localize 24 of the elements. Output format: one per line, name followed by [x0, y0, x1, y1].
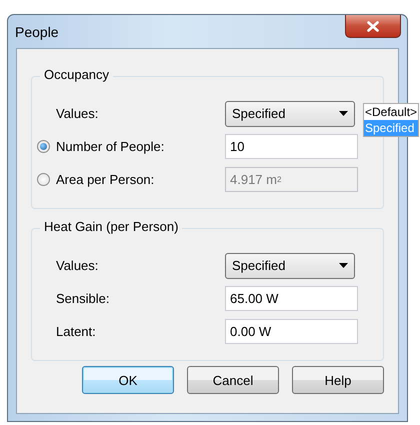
values-dropdown[interactable]: Specified	[225, 252, 355, 278]
dialog-button[interactable]: Help	[292, 366, 384, 394]
dropdown-value: Specified	[232, 258, 286, 273]
close-button[interactable]	[345, 15, 401, 38]
dropdown-arrow-icon	[339, 263, 348, 268]
field-label: Values:	[56, 258, 100, 273]
field-label: Values:	[56, 106, 100, 121]
group-title: Occupancy	[40, 67, 114, 82]
dropdown-value: Specified	[232, 106, 286, 121]
close-icon	[367, 20, 379, 32]
input-field[interactable]: 10	[225, 134, 358, 159]
input-field[interactable]: 65.00 W	[225, 286, 358, 311]
dropdown-arrow-icon	[339, 111, 348, 116]
radio-label: Number of People:	[56, 139, 164, 154]
field-label: Sensible:	[56, 291, 110, 306]
group-title: Heat Gain (per Person)	[40, 219, 182, 234]
dropdown-option[interactable]: <Default>	[364, 104, 418, 120]
input-field[interactable]: 0.00 W	[225, 319, 358, 344]
field-label: Latent:	[56, 324, 97, 339]
dialog-button[interactable]: OK	[82, 366, 174, 394]
radio-button[interactable]	[37, 140, 50, 153]
radio-label: Area per Person:	[56, 172, 154, 187]
dialog-button[interactable]: Cancel	[187, 366, 279, 394]
window-title: People	[15, 24, 59, 40]
